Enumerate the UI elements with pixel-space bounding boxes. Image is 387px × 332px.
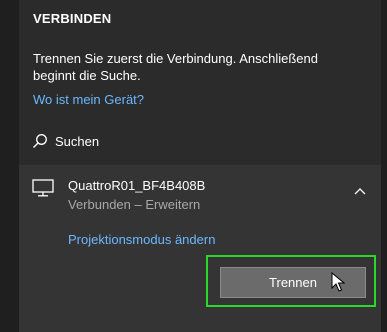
- mouse-cursor-icon: [331, 271, 346, 297]
- device-status: Verbunden – Erweitern: [68, 197, 201, 212]
- monitor-icon: [32, 179, 54, 202]
- projection-mode-link[interactable]: Projektionsmodus ändern: [68, 232, 215, 247]
- panel-description: Trennen Sie zuerst die Verbindung. Ansch…: [33, 51, 318, 83]
- panel-title: VERBINDEN: [33, 11, 112, 26]
- chevron-up-icon[interactable]: [354, 182, 366, 200]
- search-button[interactable]: Suchen: [32, 133, 99, 149]
- background-strip-left: [0, 0, 19, 332]
- where-is-device-link[interactable]: Wo ist mein Gerät?: [33, 92, 144, 107]
- search-icon: [32, 133, 48, 149]
- device-list-item[interactable]: QuattroR01_BF4B408B Verbunden – Erweiter…: [19, 165, 381, 332]
- search-label: Suchen: [55, 133, 100, 149]
- connect-panel: VERBINDEN Trennen Sie zuerst die Verbind…: [19, 0, 381, 332]
- background-strip-right: [381, 0, 387, 332]
- device-name: QuattroR01_BF4B408B: [68, 178, 206, 193]
